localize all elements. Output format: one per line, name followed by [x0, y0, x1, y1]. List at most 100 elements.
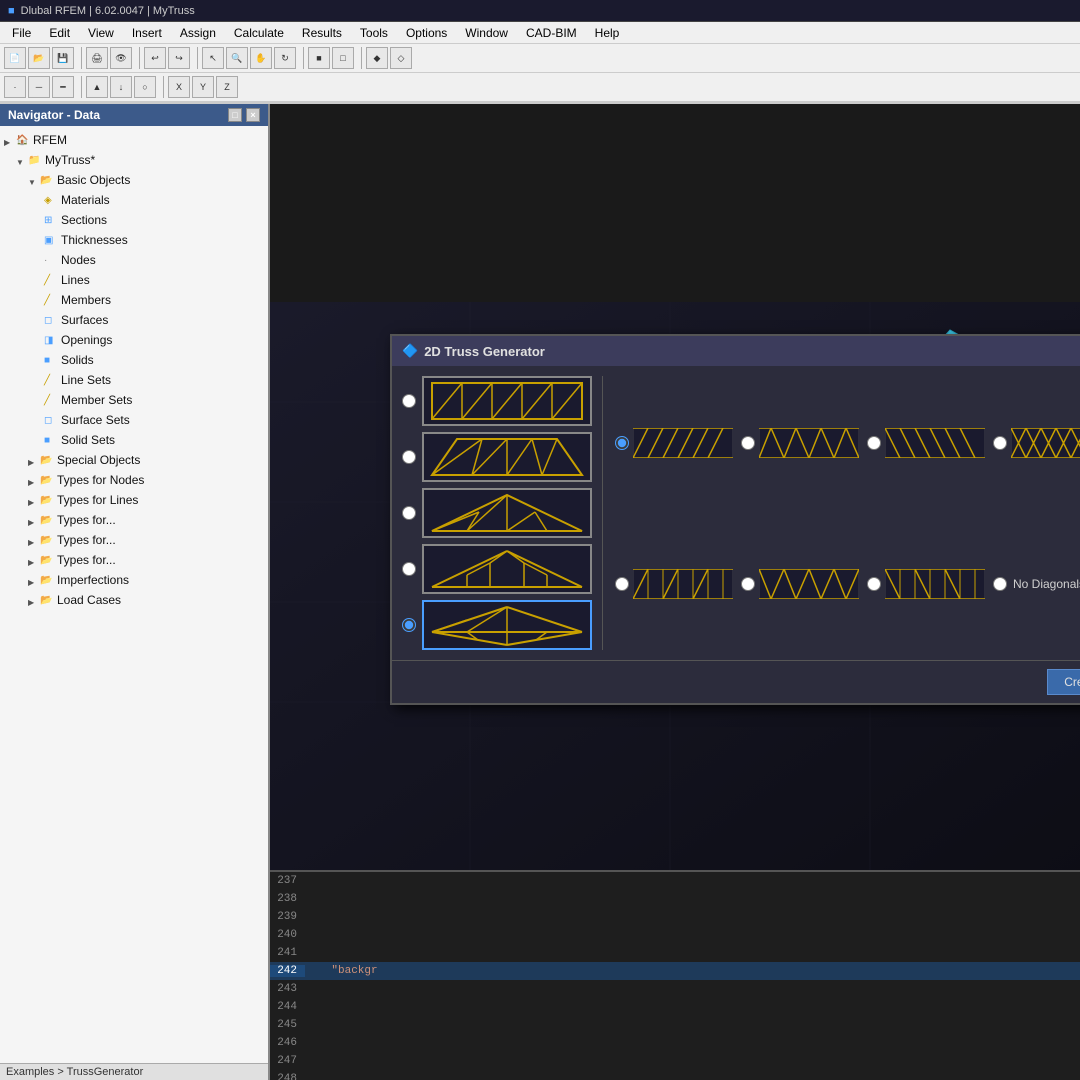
tb-y-view[interactable]: Y	[192, 76, 214, 98]
tb-wire[interactable]: ◇	[390, 47, 412, 69]
line-num: 243	[270, 983, 305, 995]
nav-item-solids[interactable]: ■ Solids	[0, 350, 268, 370]
pattern-radio-4[interactable]	[993, 436, 1007, 450]
menu-view[interactable]: View	[80, 24, 122, 42]
tb-x-view[interactable]: X	[168, 76, 190, 98]
nav-item-types-lines[interactable]: ▶ 📂 Types for Lines	[0, 490, 268, 510]
shape-preview-5[interactable]	[422, 600, 592, 650]
menu-insert[interactable]: Insert	[124, 24, 170, 42]
nav-item-mytruss[interactable]: ▼ 📁 MyTruss*	[0, 150, 268, 170]
menu-assign[interactable]: Assign	[172, 24, 224, 42]
nav-item-materials[interactable]: ◈ Materials	[0, 190, 268, 210]
tb-line[interactable]: ─	[28, 76, 50, 98]
tb-load[interactable]: ↓	[110, 76, 132, 98]
shape-row-2	[402, 432, 592, 482]
nav-item-surfaces[interactable]: ◻ Surfaces	[0, 310, 268, 330]
nav-item-nodes[interactable]: · Nodes	[0, 250, 268, 270]
shape-preview-3[interactable]	[422, 488, 592, 538]
tb-z-view[interactable]: Z	[216, 76, 238, 98]
ls-label: Line Sets	[61, 372, 111, 388]
nav-item-solidsets[interactable]: ■ Solid Sets	[0, 430, 268, 450]
toolbar-sep-1	[78, 47, 82, 69]
pattern-radio-2[interactable]	[741, 436, 755, 450]
shape-radio-2[interactable]	[402, 450, 416, 464]
app-icon: ■	[8, 5, 15, 17]
create-model-btn[interactable]: Create Model	[1047, 669, 1080, 695]
tb-print[interactable]: 🖨	[86, 47, 108, 69]
viewport[interactable]: 237 238 239 240 241 242 "backgr	[270, 104, 1080, 1080]
nav-item-specialobjects[interactable]: ▶ 📂 Special Objects	[0, 450, 268, 470]
nav-item-thicknesses[interactable]: ▣ Thicknesses	[0, 230, 268, 250]
basic-arrow: ▼	[28, 175, 38, 185]
menu-tools[interactable]: Tools	[352, 24, 396, 42]
code-editor[interactable]: 237 238 239 240 241 242 "backgr	[270, 870, 1080, 1080]
line-num-242: 242	[270, 965, 305, 977]
nav-close-btn[interactable]: ×	[246, 108, 260, 122]
nav-item-types-surf[interactable]: ▶ 📂 Types for...	[0, 530, 268, 550]
nav-item-members[interactable]: ╱ Members	[0, 290, 268, 310]
nav-item-linesets[interactable]: ╱ Line Sets	[0, 370, 268, 390]
menu-edit[interactable]: Edit	[41, 24, 78, 42]
nav-item-surfacesets[interactable]: ◻ Surface Sets	[0, 410, 268, 430]
dialog-titlebar[interactable]: 🔷 2D Truss Generator ─ □ ×	[392, 336, 1080, 366]
pattern-radio-5[interactable]	[615, 577, 629, 591]
tso-icon: 📂	[40, 553, 54, 567]
shape-radio-3[interactable]	[402, 506, 416, 520]
pattern-radio-7[interactable]	[867, 577, 881, 591]
nav-item-basic-objects[interactable]: ▼ 📂 Basic Objects	[0, 170, 268, 190]
tb-member[interactable]: ━	[52, 76, 74, 98]
tb-render[interactable]: ◆	[366, 47, 388, 69]
menu-help[interactable]: Help	[587, 24, 628, 42]
sec-label: Sections	[61, 212, 107, 228]
toolbar-sep-4	[300, 47, 304, 69]
tb-preview[interactable]: 👁	[110, 47, 132, 69]
menu-options[interactable]: Options	[398, 24, 455, 42]
shape-radio-5[interactable]	[402, 618, 416, 632]
menu-results[interactable]: Results	[294, 24, 350, 42]
menu-calculate[interactable]: Calculate	[226, 24, 292, 42]
tb-node[interactable]: ·	[4, 76, 26, 98]
nav-item-membersets[interactable]: ╱ Member Sets	[0, 390, 268, 410]
nav-item-openings[interactable]: ◨ Openings	[0, 330, 268, 350]
tb-redo[interactable]: ↪	[168, 47, 190, 69]
nav-item-types-nodes[interactable]: ▶ 📂 Types for Nodes	[0, 470, 268, 490]
shape-preview-4[interactable]	[422, 544, 592, 594]
tb-new[interactable]: 📄	[4, 47, 26, 69]
tb-open[interactable]: 📂	[28, 47, 50, 69]
menu-file[interactable]: File	[4, 24, 39, 42]
nav-restore-btn[interactable]: □	[228, 108, 242, 122]
tb-view3d[interactable]: ■	[308, 47, 330, 69]
tb-save[interactable]: 💾	[52, 47, 74, 69]
tb-pan[interactable]: ✋	[250, 47, 272, 69]
pattern-radio-6[interactable]	[741, 577, 755, 591]
pattern-radio-8[interactable]	[993, 577, 1007, 591]
tb-release[interactable]: ○	[134, 76, 156, 98]
tb-zoom[interactable]: 🔍	[226, 47, 248, 69]
menu-cadbim[interactable]: CAD-BIM	[518, 24, 585, 42]
nav-item-sections[interactable]: ⊞ Sections	[0, 210, 268, 230]
nav-item-types-sol[interactable]: ▶ 📂 Types for...	[0, 550, 268, 570]
line-num: 238	[270, 893, 305, 905]
dialog-body: No Diagonals Number of Bays: ▲	[392, 366, 1080, 660]
shape-preview-2[interactable]	[422, 432, 592, 482]
shape-radio-1[interactable]	[402, 394, 416, 408]
tb-support[interactable]: ▲	[86, 76, 108, 98]
menu-window[interactable]: Window	[457, 24, 516, 42]
tb-rotate[interactable]: ↻	[274, 47, 296, 69]
tb-view2d[interactable]: □	[332, 47, 354, 69]
nav-item-loadcases[interactable]: ▶ 📂 Load Cases	[0, 590, 268, 610]
sec-icon: ⊞	[44, 213, 58, 227]
pattern-radio-3[interactable]	[867, 436, 881, 450]
pattern-radio-1[interactable]	[615, 436, 629, 450]
tb-select[interactable]: ↖	[202, 47, 224, 69]
tb-undo[interactable]: ↩	[144, 47, 166, 69]
shape-preview-1[interactable]	[422, 376, 592, 426]
nav-item-types-members[interactable]: ▶ 📂 Types for...	[0, 510, 268, 530]
shape-radio-4[interactable]	[402, 562, 416, 576]
nav-item-imperfections[interactable]: ▶ 📂 Imperfections	[0, 570, 268, 590]
shape-panel	[402, 376, 603, 650]
imp-icon: 📂	[40, 573, 54, 587]
nav-item-lines[interactable]: ╱ Lines	[0, 270, 268, 290]
code-line-245: 245	[270, 1016, 1080, 1034]
nav-item-rfem[interactable]: ▶ 🏠 RFEM	[0, 130, 268, 150]
